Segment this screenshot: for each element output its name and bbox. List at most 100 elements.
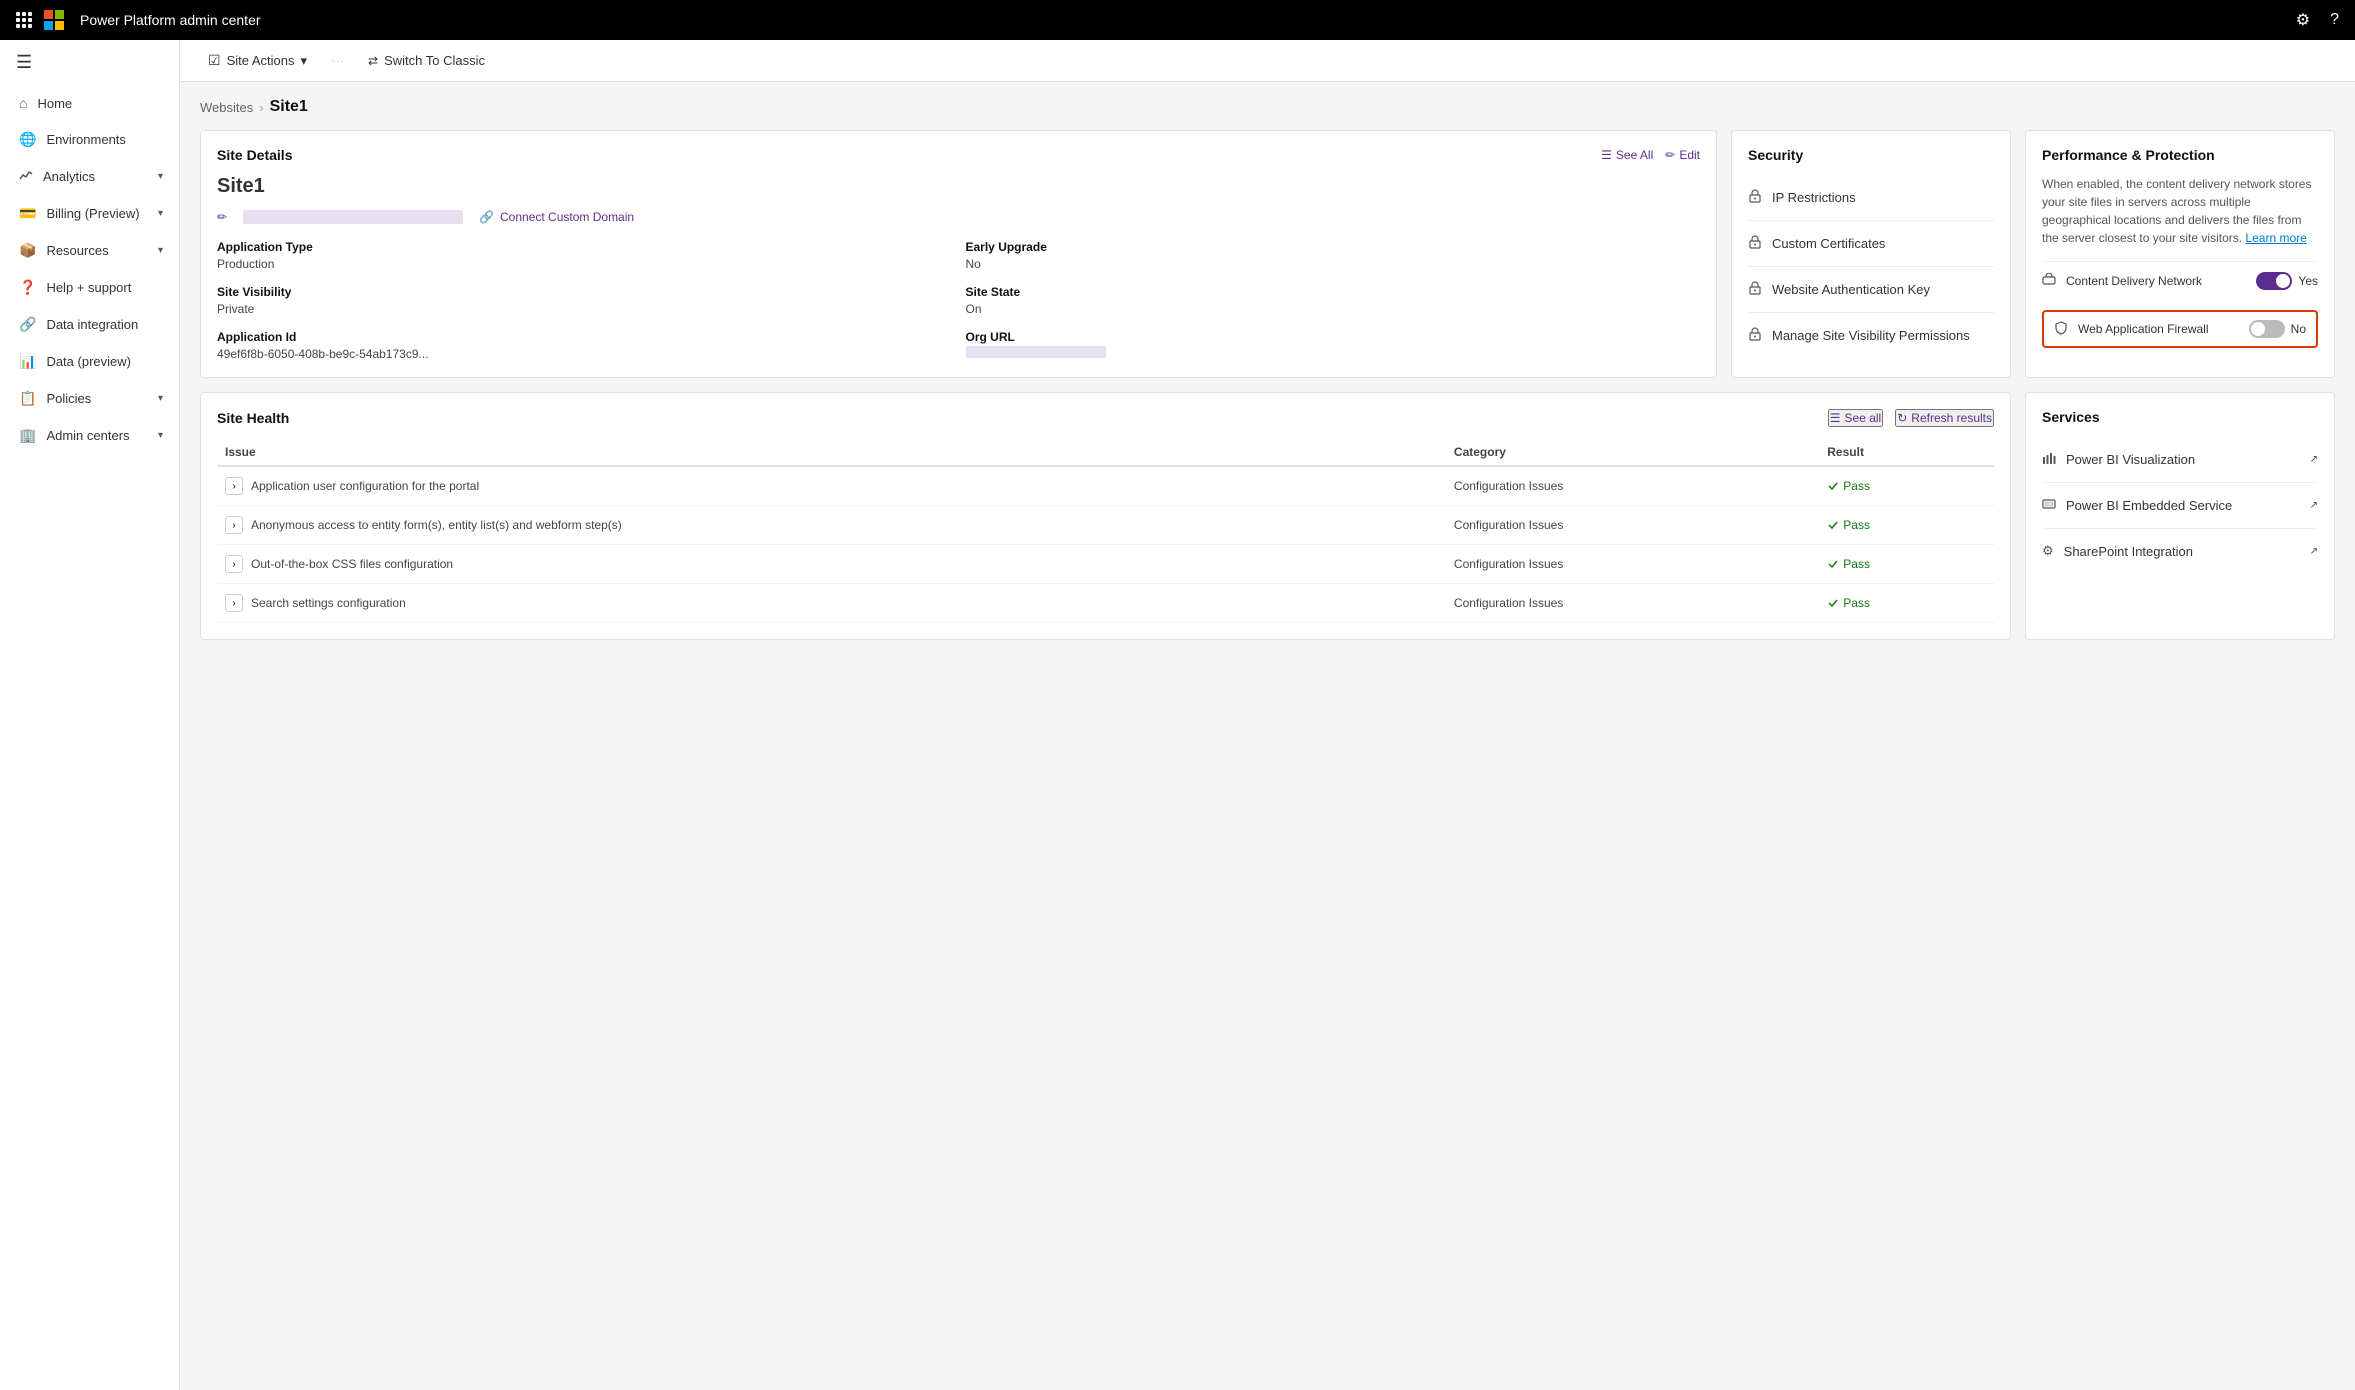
waf-icon [2054, 321, 2068, 338]
table-row: › Out-of-the-box CSS files configuration… [217, 545, 1994, 584]
help-icon[interactable]: ? [2330, 11, 2339, 29]
sidebar-item-home[interactable]: ⌂ Home [0, 85, 179, 121]
perf-header: Performance & Protection [2042, 147, 2318, 163]
detail-org-url: Org URL [966, 330, 1701, 361]
hamburger-menu-icon[interactable]: ☰ [0, 40, 179, 85]
site-actions-label: Site Actions [227, 53, 295, 68]
services-items-list: Power BI Visualization ↗ Power BI Embedd… [2042, 437, 2318, 573]
org-url-blurred [966, 346, 1106, 358]
site-details-actions: ☰ See All ✏ Edit [1601, 148, 1700, 162]
topbar: Power Platform admin center ⚙ ? [0, 0, 2355, 40]
billing-icon: 💳 [19, 205, 36, 222]
issue-text: Out-of-the-box CSS files configuration [251, 557, 453, 571]
security-card: Security IP Restrictions [1731, 130, 2011, 378]
sidebar-label-analytics: Analytics [43, 169, 95, 184]
result-pass: Pass [1827, 479, 1986, 493]
perf-title: Performance & Protection [2042, 147, 2215, 163]
sidebar-item-help[interactable]: ❓ Help + support [0, 269, 179, 306]
security-item-website-auth-key[interactable]: Website Authentication Key [1748, 267, 1994, 313]
edit-button[interactable]: ✏ Edit [1665, 148, 1700, 162]
main-content: Websites › Site1 Site Details ☰ See All [180, 82, 2355, 1390]
apps-grid-icon[interactable] [16, 12, 32, 28]
detail-early-upgrade-value: No [966, 257, 981, 271]
result-pass: Pass [1827, 596, 1986, 610]
sidebar-item-data-preview[interactable]: 📊 Data (preview) [0, 343, 179, 380]
cdn-toggle[interactable] [2256, 272, 2292, 290]
website-auth-key-label: Website Authentication Key [1772, 282, 1930, 297]
breadcrumb-separator: › [259, 100, 263, 115]
waf-row: Web Application Firewall No [2042, 310, 2318, 348]
sidebar: ☰ ⌂ Home 🌐 Environments Analytics ▾ 💳 Bi… [0, 40, 180, 1390]
connect-domain-label: Connect Custom Domain [500, 210, 634, 224]
breadcrumb-current: Site1 [270, 98, 308, 116]
site-details-header: Site Details ☰ See All ✏ Edit [217, 147, 1700, 163]
sidebar-item-data-integration[interactable]: 🔗 Data integration [0, 306, 179, 343]
waf-label: Web Application Firewall [2078, 322, 2209, 336]
waf-toggle[interactable] [2249, 320, 2285, 338]
see-all-health-button[interactable]: ☰ See all [1828, 409, 1883, 427]
waf-toggle-track [2249, 320, 2285, 338]
detail-site-state: Site State On [966, 285, 1701, 316]
connect-custom-domain-button[interactable]: 🔗 Connect Custom Domain [479, 210, 634, 224]
health-table-scroll[interactable]: Issue Category Result › Application user… [217, 439, 1994, 623]
power-bi-viz-icon [2042, 451, 2056, 468]
switch-classic-icon: ⇄ [368, 54, 378, 68]
security-item-custom-certificates[interactable]: Custom Certificates [1748, 221, 1994, 267]
service-item-sharepoint[interactable]: ⚙ SharePoint Integration ↗ [2042, 529, 2318, 573]
sidebar-item-billing[interactable]: 💳 Billing (Preview) ▾ [0, 195, 179, 232]
issue-cell: › Out-of-the-box CSS files configuration [217, 545, 1446, 584]
result-cell: Pass [1819, 506, 1994, 545]
sidebar-item-environments[interactable]: 🌐 Environments [0, 121, 179, 158]
expand-row-button[interactable]: › [225, 594, 243, 612]
result-pass: Pass [1827, 557, 1986, 571]
toolbar: ☑ Site Actions ▾ ··· ⇄ Switch To Classic [180, 40, 2355, 82]
site-health-title: Site Health [217, 410, 289, 426]
sidebar-label-help: Help + support [46, 280, 131, 295]
service-item-power-bi-embedded[interactable]: Power BI Embedded Service ↗ [2042, 483, 2318, 529]
result-cell: Pass [1819, 466, 1994, 506]
learn-more-link[interactable]: Learn more [2245, 231, 2306, 245]
site-details-card: Site Details ☰ See All ✏ Edit [200, 130, 1717, 378]
environments-icon: 🌐 [19, 131, 36, 148]
sidebar-item-policies[interactable]: 📋 Policies ▾ [0, 380, 179, 417]
sidebar-label-resources: Resources [46, 243, 108, 258]
result-pass: Pass [1827, 518, 1986, 532]
manage-visibility-icon [1748, 327, 1762, 344]
edit-url-icon: ✏ [217, 210, 227, 224]
security-item-ip-restrictions[interactable]: IP Restrictions [1748, 175, 1994, 221]
detail-site-state-label: Site State [966, 285, 1701, 299]
service-item-power-bi-viz[interactable]: Power BI Visualization ↗ [2042, 437, 2318, 483]
health-table: Issue Category Result › Application user… [217, 439, 1994, 623]
security-item-manage-visibility[interactable]: Manage Site Visibility Permissions [1748, 313, 1994, 358]
result-column-header: Result [1819, 439, 1994, 466]
cdn-toggle-track [2256, 272, 2292, 290]
app-title: Power Platform admin center [80, 12, 261, 28]
table-row: › Anonymous access to entity form(s), en… [217, 506, 1994, 545]
data-integration-icon: 🔗 [19, 316, 36, 333]
manage-visibility-label: Manage Site Visibility Permissions [1772, 328, 1970, 343]
microsoft-logo [44, 10, 64, 30]
settings-icon[interactable]: ⚙ [2296, 10, 2310, 30]
table-row: › Application user configuration for the… [217, 466, 1994, 506]
switch-classic-button[interactable]: ⇄ Switch To Classic [360, 49, 493, 72]
expand-row-button[interactable]: › [225, 477, 243, 495]
expand-row-button[interactable]: › [225, 516, 243, 534]
policies-icon: 📋 [19, 390, 36, 407]
result-cell: Pass [1819, 584, 1994, 623]
top-row-grid: Site Details ☰ See All ✏ Edit [200, 130, 2335, 378]
sharepoint-icon: ⚙ [2042, 543, 2054, 559]
expand-row-button[interactable]: › [225, 555, 243, 573]
breadcrumb-parent[interactable]: Websites [200, 100, 253, 115]
sidebar-item-admin-centers[interactable]: 🏢 Admin centers ▾ [0, 417, 179, 454]
waf-toggle-value: No [2291, 322, 2306, 336]
site-actions-checkbox-icon: ☑ [208, 52, 221, 69]
site-actions-button[interactable]: ☑ Site Actions ▾ [200, 48, 315, 73]
issue-cell: › Application user configuration for the… [217, 466, 1446, 506]
custom-certificates-label: Custom Certificates [1772, 236, 1885, 251]
sidebar-item-analytics[interactable]: Analytics ▾ [0, 158, 179, 195]
refresh-results-button[interactable]: ↻ Refresh results [1895, 409, 1994, 427]
see-all-button[interactable]: ☰ See All [1601, 148, 1653, 162]
connect-domain-icon: 🔗 [479, 210, 494, 224]
sidebar-item-resources[interactable]: 📦 Resources ▾ [0, 232, 179, 269]
refresh-label: Refresh results [1911, 411, 1992, 425]
